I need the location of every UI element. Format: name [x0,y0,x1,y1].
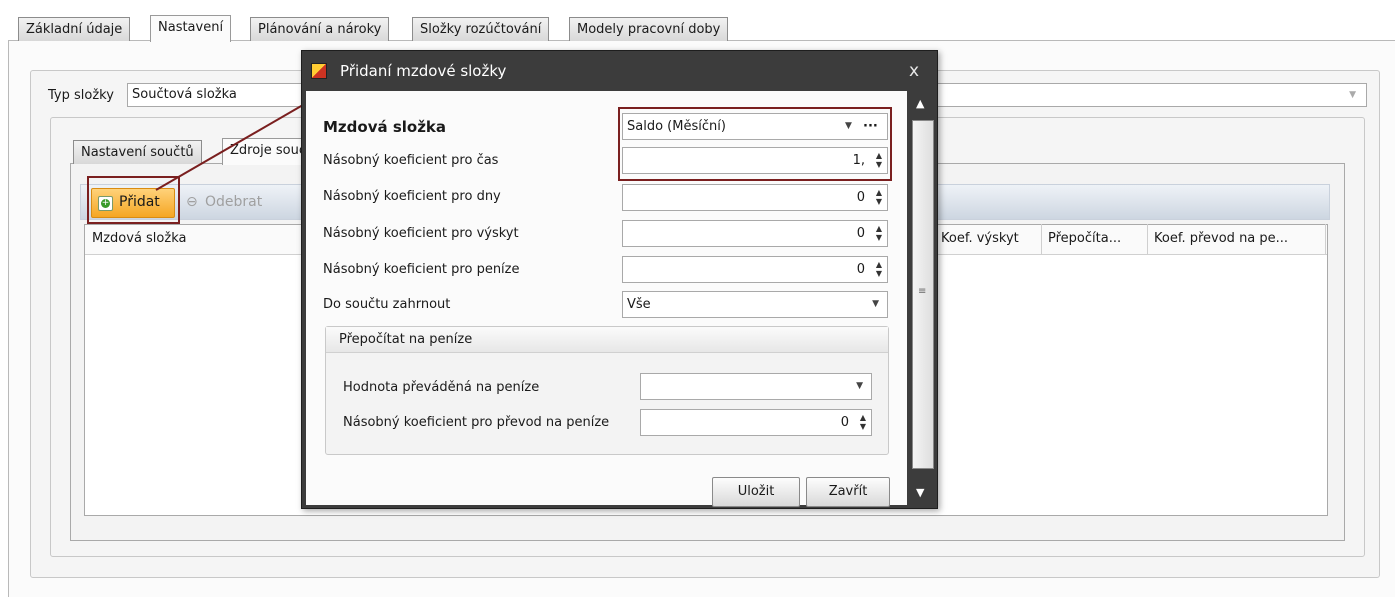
scroll-thumb[interactable]: ≡ [912,120,934,469]
tab-modely-pracovni-doby[interactable]: Modely pracovní doby [569,17,729,41]
close-icon[interactable]: x [902,59,926,83]
cas-label: Násobný koeficient pro čas [323,153,499,168]
dialog-body: Mzdová složka Saldo (Měsíční) ▼ ··· Náso… [306,91,907,507]
add-component-dialog: Přidaní mzdové složky x Mzdová složka Sa… [301,50,938,509]
prevod-value: 0 [840,415,849,430]
vyskyt-spin[interactable]: 0 ▲ ▼ [622,220,888,247]
close-button[interactable]: Zavřít [806,477,890,507]
mzdova-combo[interactable]: Saldo (Měsíční) ▼ ··· [622,113,888,140]
chevron-down-icon[interactable]: ▼ [845,114,852,139]
penize-label: Násobný koeficient pro peníze [323,262,520,277]
vyskyt-value: 0 [856,226,865,241]
mzdova-label: Mzdová složka [323,118,447,136]
prevod-label: Násobný koeficient pro převod na peníze [343,415,610,430]
scroll-down-icon[interactable]: ▼ [916,486,924,499]
dny-value: 0 [856,190,865,205]
spin-arrows-icon[interactable]: ▲ ▼ [876,188,882,206]
spin-arrows-icon[interactable]: ▲ ▼ [876,260,882,278]
dny-label: Násobný koeficient pro dny [323,189,501,204]
group-title: Přepočítat na peníze [339,332,473,347]
penize-spin[interactable]: 0 ▲ ▼ [622,256,888,283]
soucet-label: Do součtu zahrnout [323,297,451,312]
dny-spin[interactable]: 0 ▲ ▼ [622,184,888,211]
chevron-down-icon: ▼ [1349,90,1356,100]
dialog-scrollbar[interactable]: ▲ ≡ ▼ [909,91,936,506]
col-koef-vyskyt[interactable]: Koef. výskyt [934,224,1042,254]
vyskyt-label: Násobný koeficient pro výskyt [323,226,519,241]
tab-nastaveni[interactable]: Nastavení [150,15,232,42]
type-label: Typ složky [48,88,114,103]
ellipsis-button[interactable]: ··· [863,114,878,139]
spin-arrows-icon[interactable]: ▲ ▼ [876,151,882,169]
spin-arrows-icon[interactable]: ▲ ▼ [876,224,882,242]
grip-icon: ≡ [918,286,927,297]
chevron-down-icon[interactable]: ▼ [872,292,879,317]
add-icon: + [98,196,113,211]
col-koef-prevod[interactable]: Koef. převod na pe... [1148,224,1326,254]
soucet-value: Vše [627,297,651,312]
penize-value: 0 [856,262,865,277]
tab-slozky-rozuctovani[interactable]: Složky rozúčtování [412,17,550,41]
save-button[interactable]: Uložit [712,477,800,507]
prevod-spin[interactable]: 0 ▲ ▼ [640,409,872,436]
spin-arrows-icon[interactable]: ▲ ▼ [860,413,866,431]
tab-zakladni-udaje[interactable]: Základní údaje [18,17,131,41]
tab-planovani[interactable]: Plánování a nároky [250,17,390,41]
cas-value: 1, [852,153,865,168]
hodnota-label: Hodnota převáděná na peníze [343,380,540,395]
mzdova-value: Saldo (Měsíční) [627,119,726,134]
chevron-down-icon[interactable]: ▼ [856,374,863,399]
dialog-title: Přidaní mzdové složky [340,62,507,80]
cas-spin[interactable]: 1, ▲ ▼ [622,147,888,174]
col-mzdova-slozka[interactable]: Mzdová složka [86,224,306,254]
hodnota-combo[interactable]: ▼ [640,373,872,400]
soucet-combo[interactable]: Vše ▼ [622,291,888,318]
col-prepocitat[interactable]: Přepočíta... [1042,224,1148,254]
scroll-up-icon[interactable]: ▲ [916,97,924,110]
